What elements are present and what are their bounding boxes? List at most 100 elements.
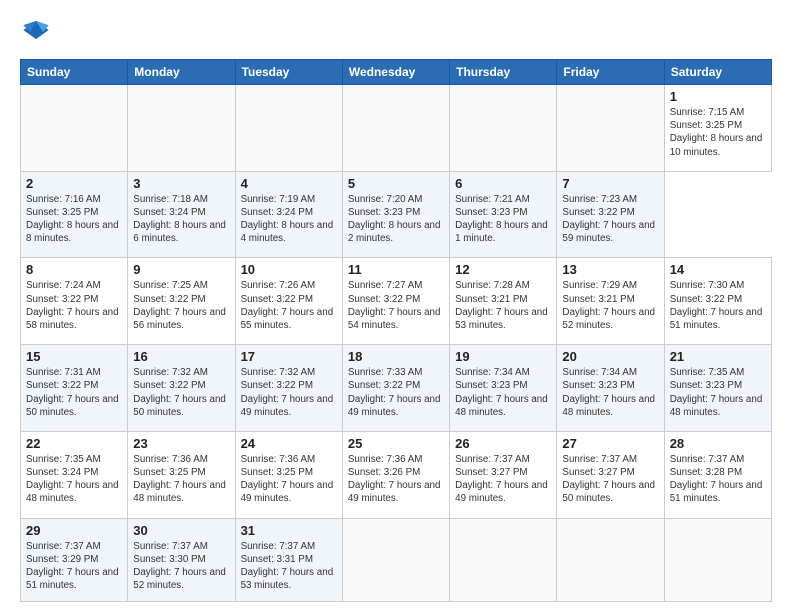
day-cell-19: 19 Sunrise: 7:34 AMSunset: 3:23 PMDayligh… — [450, 345, 557, 432]
empty-cell — [235, 85, 342, 172]
day-info: Sunrise: 7:35 AMSunset: 3:23 PMDaylight:… — [670, 366, 766, 419]
day-number: 12 — [455, 262, 551, 277]
calendar-header-row: SundayMondayTuesdayWednesdayThursdayFrid… — [21, 60, 772, 85]
calendar-week-1: 1Sunrise: 7:15 AMSunset: 3:25 PMDaylight… — [21, 85, 772, 172]
day-info: Sunrise: 7:32 AMSunset: 3:22 PMDaylight:… — [241, 366, 337, 419]
day-number: 15 — [26, 349, 122, 364]
day-cell-22: 22Sunrise: 7:35 AMSunset: 3:24 PMDayligh… — [21, 431, 128, 518]
day-number: 19 — [455, 349, 551, 364]
day-number: 20 — [562, 349, 658, 364]
day-number: 17 — [241, 349, 337, 364]
day-number: 14 — [670, 262, 766, 277]
day-cell-10: 10 Sunrise: 7:26 AMSunset: 3:22 PMDayligh… — [235, 258, 342, 345]
day-info: Sunrise: 7:37 AMSunset: 3:30 PMDaylight:… — [133, 540, 229, 593]
logo — [20, 16, 50, 49]
day-info: Sunrise: 7:34 AMSunset: 3:23 PMDaylight:… — [455, 366, 551, 419]
empty-cell — [557, 518, 664, 601]
day-cell-29: 29 Sunrise: 7:37 AMSunset: 3:29 PMDayligh… — [21, 518, 128, 601]
page: SundayMondayTuesdayWednesdayThursdayFrid… — [0, 0, 792, 612]
day-number: 31 — [241, 523, 337, 538]
day-info: Sunrise: 7:30 AMSunset: 3:22 PMDaylight:… — [670, 279, 766, 332]
day-info: Sunrise: 7:37 AMSunset: 3:28 PMDaylight:… — [670, 453, 766, 506]
empty-cell — [664, 518, 771, 601]
day-number: 3 — [133, 176, 229, 191]
day-number: 21 — [670, 349, 766, 364]
calendar-week-6: 29 Sunrise: 7:37 AMSunset: 3:29 PMDayligh… — [21, 518, 772, 601]
empty-cell — [342, 85, 449, 172]
day-cell-27: 27Sunrise: 7:37 AMSunset: 3:27 PMDayligh… — [557, 431, 664, 518]
day-info: Sunrise: 7:15 AMSunset: 3:25 PMDaylight:… — [670, 106, 766, 159]
calendar-week-2: 2 Sunrise: 7:16 AMSunset: 3:25 PMDaylight… — [21, 171, 772, 258]
empty-cell — [21, 85, 128, 172]
day-number: 6 — [455, 176, 551, 191]
day-cell-21: 21 Sunrise: 7:35 AMSunset: 3:23 PMDayligh… — [664, 345, 771, 432]
day-cell-12: 12 Sunrise: 7:28 AMSunset: 3:21 PMDayligh… — [450, 258, 557, 345]
day-header-tuesday: Tuesday — [235, 60, 342, 85]
day-cell-9: 9Sunrise: 7:25 AMSunset: 3:22 PMDaylight… — [128, 258, 235, 345]
day-cell-17: 17 Sunrise: 7:32 AMSunset: 3:22 PMDayligh… — [235, 345, 342, 432]
day-header-thursday: Thursday — [450, 60, 557, 85]
empty-cell — [128, 85, 235, 172]
day-info: Sunrise: 7:37 AMSunset: 3:29 PMDaylight:… — [26, 540, 122, 593]
day-number: 29 — [26, 523, 122, 538]
day-header-wednesday: Wednesday — [342, 60, 449, 85]
day-number: 7 — [562, 176, 658, 191]
day-number: 23 — [133, 436, 229, 451]
day-number: 9 — [133, 262, 229, 277]
day-number: 13 — [562, 262, 658, 277]
day-info: Sunrise: 7:27 AMSunset: 3:22 PMDaylight:… — [348, 279, 444, 332]
day-number: 2 — [26, 176, 122, 191]
day-number: 8 — [26, 262, 122, 277]
day-info: Sunrise: 7:36 AMSunset: 3:26 PMDaylight:… — [348, 453, 444, 506]
day-number: 28 — [670, 436, 766, 451]
day-cell-30: 30 Sunrise: 7:37 AMSunset: 3:30 PMDayligh… — [128, 518, 235, 601]
day-cell-1: 1Sunrise: 7:15 AMSunset: 3:25 PMDaylight… — [664, 85, 771, 172]
day-cell-11: 11 Sunrise: 7:27 AMSunset: 3:22 PMDayligh… — [342, 258, 449, 345]
empty-cell — [342, 518, 449, 601]
day-cell-24: 24 Sunrise: 7:36 AMSunset: 3:25 PMDayligh… — [235, 431, 342, 518]
day-number: 10 — [241, 262, 337, 277]
day-cell-16: 16Sunrise: 7:32 AMSunset: 3:22 PMDayligh… — [128, 345, 235, 432]
empty-cell — [450, 85, 557, 172]
day-info: Sunrise: 7:23 AMSunset: 3:22 PMDaylight:… — [562, 193, 658, 246]
day-cell-31: 31Sunrise: 7:37 AMSunset: 3:31 PMDayligh… — [235, 518, 342, 601]
day-info: Sunrise: 7:35 AMSunset: 3:24 PMDaylight:… — [26, 453, 122, 506]
day-number: 4 — [241, 176, 337, 191]
day-number: 18 — [348, 349, 444, 364]
day-info: Sunrise: 7:37 AMSunset: 3:27 PMDaylight:… — [562, 453, 658, 506]
day-cell-20: 20 Sunrise: 7:34 AMSunset: 3:23 PMDayligh… — [557, 345, 664, 432]
day-number: 24 — [241, 436, 337, 451]
calendar-week-3: 8 Sunrise: 7:24 AMSunset: 3:22 PMDaylight… — [21, 258, 772, 345]
day-cell-25: 25Sunrise: 7:36 AMSunset: 3:26 PMDayligh… — [342, 431, 449, 518]
day-number: 16 — [133, 349, 229, 364]
day-number: 5 — [348, 176, 444, 191]
day-info: Sunrise: 7:36 AMSunset: 3:25 PMDaylight:… — [241, 453, 337, 506]
day-cell-28: 28 Sunrise: 7:37 AMSunset: 3:28 PMDayligh… — [664, 431, 771, 518]
day-info: Sunrise: 7:21 AMSunset: 3:23 PMDaylight:… — [455, 193, 551, 246]
day-info: Sunrise: 7:16 AMSunset: 3:25 PMDaylight:… — [26, 193, 122, 246]
empty-cell — [557, 85, 664, 172]
calendar-table: SundayMondayTuesdayWednesdayThursdayFrid… — [20, 59, 772, 602]
day-cell-2: 2 Sunrise: 7:16 AMSunset: 3:25 PMDaylight… — [21, 171, 128, 258]
day-info: Sunrise: 7:24 AMSunset: 3:22 PMDaylight:… — [26, 279, 122, 332]
day-cell-15: 15 Sunrise: 7:31 AMSunset: 3:22 PMDayligh… — [21, 345, 128, 432]
calendar-week-4: 15 Sunrise: 7:31 AMSunset: 3:22 PMDayligh… — [21, 345, 772, 432]
day-cell-14: 14 Sunrise: 7:30 AMSunset: 3:22 PMDayligh… — [664, 258, 771, 345]
day-info: Sunrise: 7:18 AMSunset: 3:24 PMDaylight:… — [133, 193, 229, 246]
day-cell-6: 6 Sunrise: 7:21 AMSunset: 3:23 PMDaylight… — [450, 171, 557, 258]
day-info: Sunrise: 7:26 AMSunset: 3:22 PMDaylight:… — [241, 279, 337, 332]
day-number: 11 — [348, 262, 444, 277]
day-number: 30 — [133, 523, 229, 538]
day-number: 26 — [455, 436, 551, 451]
day-info: Sunrise: 7:36 AMSunset: 3:25 PMDaylight:… — [133, 453, 229, 506]
day-header-friday: Friday — [557, 60, 664, 85]
day-info: Sunrise: 7:19 AMSunset: 3:24 PMDaylight:… — [241, 193, 337, 246]
calendar-week-5: 22Sunrise: 7:35 AMSunset: 3:24 PMDayligh… — [21, 431, 772, 518]
day-info: Sunrise: 7:31 AMSunset: 3:22 PMDaylight:… — [26, 366, 122, 419]
day-cell-26: 26Sunrise: 7:37 AMSunset: 3:27 PMDayligh… — [450, 431, 557, 518]
day-cell-8: 8 Sunrise: 7:24 AMSunset: 3:22 PMDaylight… — [21, 258, 128, 345]
day-cell-4: 4 Sunrise: 7:19 AMSunset: 3:24 PMDaylight… — [235, 171, 342, 258]
day-info: Sunrise: 7:28 AMSunset: 3:21 PMDaylight:… — [455, 279, 551, 332]
day-header-monday: Monday — [128, 60, 235, 85]
day-info: Sunrise: 7:34 AMSunset: 3:23 PMDaylight:… — [562, 366, 658, 419]
